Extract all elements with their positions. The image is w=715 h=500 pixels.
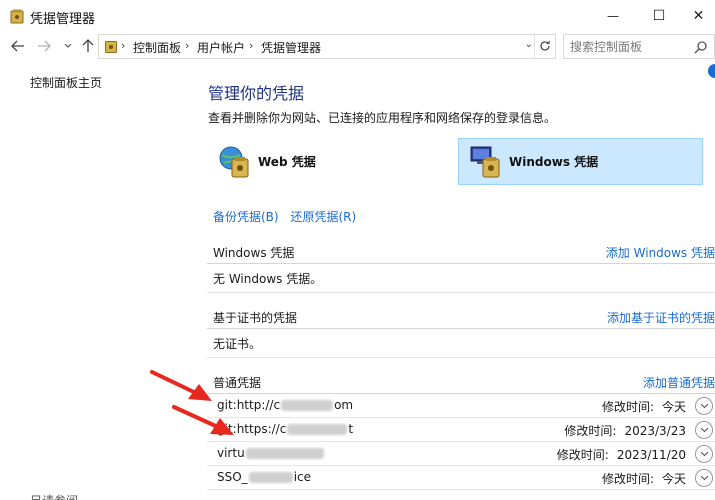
maximize-button[interactable]: ☐ [636,0,682,32]
up-button[interactable] [78,36,98,56]
forward-arrow-icon [38,40,51,52]
section-title: 基于证书的凭据 [213,311,298,325]
add-generic-credential-link[interactable]: 添加普通凭据 [643,374,715,391]
credential-modified: 修改时间: 2023/11/20 [556,448,686,462]
forward-button[interactable] [34,36,54,56]
web-credentials-tile[interactable]: Web 凭据 [208,138,448,185]
credential-row[interactable]: virtu 修改时间: 2023/11/20 [207,442,715,466]
certificate-empty-text: 无证书。 [213,337,262,351]
breadcrumb-separator-icon: › [249,39,254,52]
close-button[interactable]: ✕ [682,0,715,32]
expand-chevron-icon[interactable] [695,445,713,463]
add-windows-credential-link[interactable]: 添加 Windows 凭据 [606,244,715,261]
chevron-down-icon [64,43,72,48]
control-panel-icon [105,41,117,53]
windows-credentials-section-header: Windows 凭据 添加 Windows 凭据 [213,242,715,262]
breadcrumb-user-accounts[interactable]: 用户帐户 [197,39,245,56]
expand-chevron-icon[interactable] [695,421,713,439]
web-credentials-icon [219,146,249,177]
generic-credentials-section-header: 普通凭据 添加普通凭据 [213,372,715,392]
redacted-text [248,472,293,483]
left-pane: 控制面板主页 另请参阅 [0,60,190,500]
windows-credentials-empty-text: 无 Windows 凭据。 [213,272,323,286]
up-arrow-icon [82,39,94,52]
section-divider [207,357,715,358]
credential-modified: 修改时间: 今天 [601,472,686,486]
credential-row[interactable]: git:http://c om 修改时间: 今天 [207,394,715,418]
redacted-text [281,400,334,411]
backup-credentials-link[interactable]: 备份凭据(B) [213,210,279,224]
refresh-button[interactable] [537,37,553,55]
minimize-button[interactable]: — [590,0,636,32]
redacted-text [287,424,348,435]
address-dropdown-icon[interactable]: ⌄ [525,39,533,50]
scroll-indicator[interactable] [708,64,715,78]
windows-credentials-tile[interactable]: Windows 凭据 [458,138,703,185]
back-arrow-icon [11,40,24,52]
expand-chevron-icon[interactable] [695,397,713,415]
address-bar[interactable]: › 控制面板 › 用户帐户 › 凭据管理器 ⌄ [98,34,556,59]
window-title: 凭据管理器 [30,12,96,27]
restore-credentials-link[interactable]: 还原凭据(R) [290,210,356,224]
breadcrumb-control-panel[interactable]: 控制面板 [133,39,181,56]
maximize-icon: ☐ [652,8,666,24]
page-title: 管理你的凭据 [208,86,305,103]
credential-modified: 修改时间: 今天 [601,400,686,414]
search-box[interactable] [563,34,715,59]
certificate-credentials-section-header: 基于证书的凭据 添加基于证书的凭据 [213,307,715,327]
expand-chevron-icon[interactable] [695,469,713,487]
section-divider [207,292,715,293]
credential-modified: 修改时间: 2023/3/23 [564,424,686,438]
breadcrumb-credential-manager[interactable]: 凭据管理器 [261,39,321,56]
annotation-arrow-icon [172,405,234,435]
credential-row[interactable]: git:https://c t 修改时间: 2023/3/23 [207,418,715,442]
redacted-text [245,448,324,459]
control-panel-home-link[interactable]: 控制面板主页 [30,74,102,91]
minimize-icon: — [607,9,619,23]
title-bar: 凭据管理器 — ☐ ✕ [0,0,715,32]
close-icon: ✕ [692,8,705,24]
backup-restore-links: 备份凭据(B) 还原凭据(R) [213,208,356,225]
credential-manager-icon [10,9,24,24]
recent-locations-button[interactable] [58,36,78,56]
breadcrumb-separator-icon: › [121,39,126,52]
section-divider [207,263,715,264]
back-button[interactable] [8,36,28,56]
windows-credentials-icon [470,146,500,177]
page-description: 查看并删除你为网站、已连接的应用程序和网络保存的登录信息。 [208,111,557,125]
address-divider [534,35,535,58]
credential-name: SSO_ ice [217,470,312,484]
section-title: 普通凭据 [213,376,262,390]
annotation-arrow-icon [150,370,212,401]
section-title: Windows 凭据 [213,246,295,260]
search-input[interactable] [570,39,688,55]
web-credentials-label: Web 凭据 [258,155,316,169]
navigation-bar: › 控制面板 › 用户帐户 › 凭据管理器 ⌄ [0,32,715,60]
windows-credentials-label: Windows 凭据 [509,155,599,169]
credential-row[interactable]: SSO_ ice 修改时间: 今天 [207,466,715,490]
add-certificate-credential-link[interactable]: 添加基于证书的凭据 [607,309,715,326]
breadcrumb-separator-icon: › [185,39,190,52]
refresh-icon [540,41,550,51]
section-divider [207,328,715,329]
search-icon [694,41,707,54]
credential-name: virtu [217,446,325,460]
see-also-heading: 另请参阅 [30,492,78,500]
